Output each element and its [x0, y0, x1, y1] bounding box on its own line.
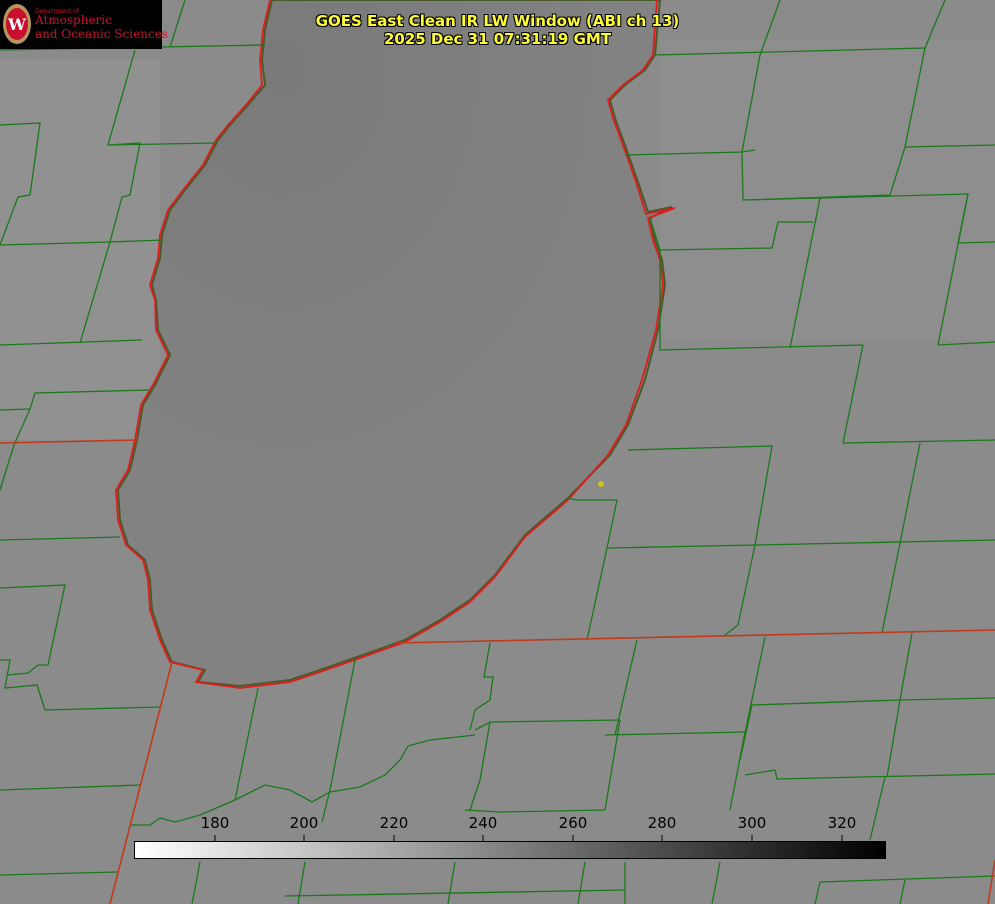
- colorbar-tick-label: 260: [558, 814, 588, 832]
- colorbar-tick-label: 200: [289, 814, 319, 832]
- satellite-map: [0, 0, 995, 904]
- image-title: GOES East Clean IR LW Window (ABI ch 13): [315, 12, 680, 30]
- colorbar-tick-label: 180: [200, 814, 230, 832]
- colorbar-tick-label: 320: [827, 814, 857, 832]
- colorbar-tick-label: 240: [468, 814, 498, 832]
- station-marker: [598, 481, 604, 487]
- colorbar-tick-label: 300: [737, 814, 767, 832]
- temperature-colorbar: [134, 841, 886, 859]
- image-timestamp: 2025 Dec 31 07:31:19 GMT: [383, 30, 612, 48]
- colorbar-tick-label: 220: [379, 814, 409, 832]
- colorbar-tick-label: 280: [647, 814, 677, 832]
